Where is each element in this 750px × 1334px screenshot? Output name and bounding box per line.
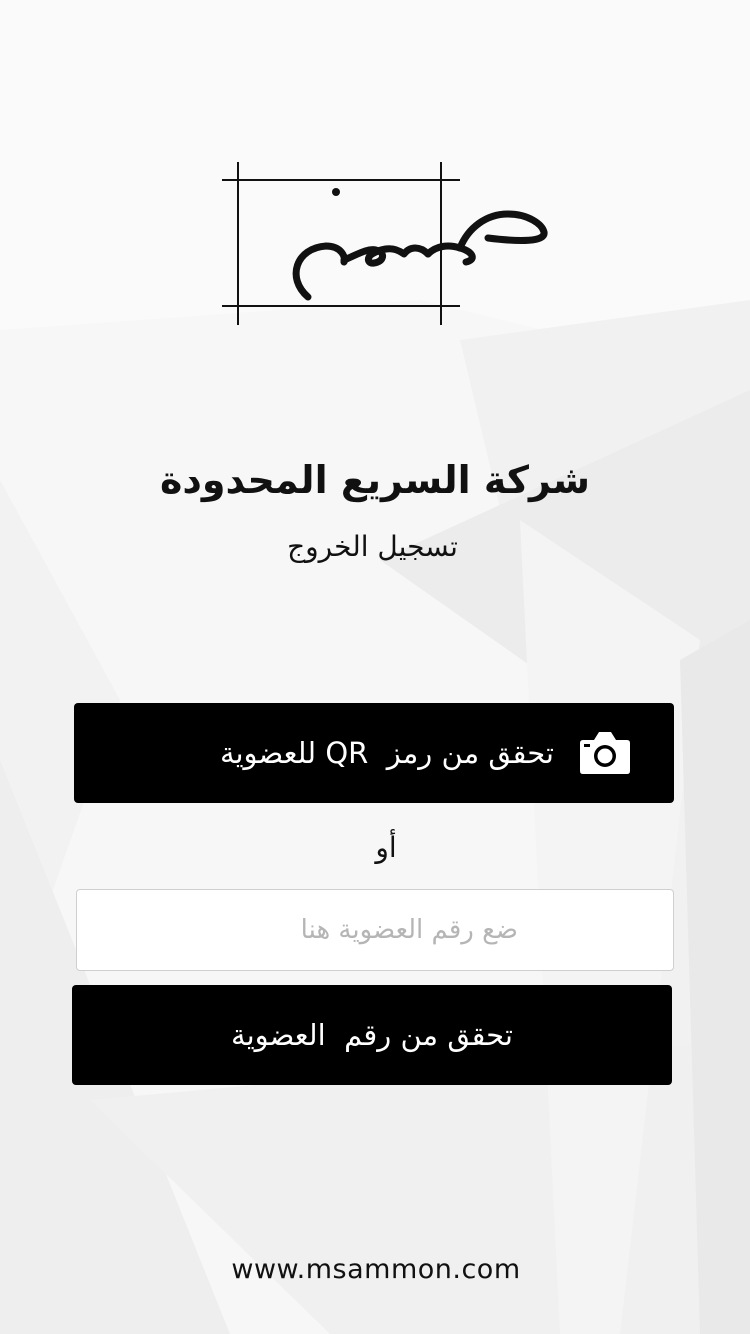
- verify-qr-button[interactable]: تحقق من رمز QR للعضوية: [74, 703, 674, 803]
- verify-membership-button[interactable]: تحقق من رقم العضوية: [72, 985, 672, 1085]
- verify-membership-label: تحقق من رقم العضوية: [231, 1018, 513, 1052]
- company-name: شركة السريع المحدودة: [159, 458, 591, 502]
- company-logo: [222, 162, 548, 325]
- page-subtitle: تسجيل الخروج: [287, 530, 458, 563]
- website-link[interactable]: www.msammon.com: [0, 1248, 750, 1292]
- camera-icon: [580, 732, 630, 774]
- or-separator: أو: [375, 831, 397, 864]
- membership-number-input[interactable]: [76, 889, 674, 971]
- verify-qr-label: تحقق من رمز QR للعضوية: [219, 736, 554, 770]
